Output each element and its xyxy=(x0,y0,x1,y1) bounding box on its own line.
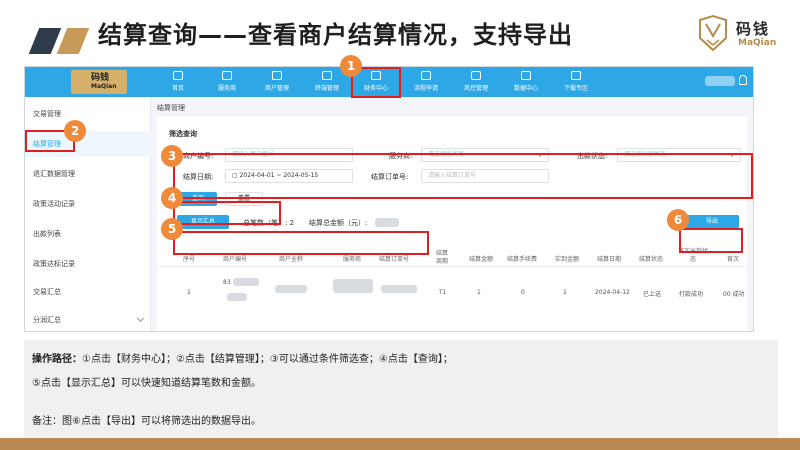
nav-service-provider-label: 服务商 xyxy=(217,85,236,92)
cell-payout-status: 打款成功 xyxy=(679,291,704,298)
cell-fee: 0 xyxy=(521,289,525,296)
column-header: 服务商 xyxy=(343,256,362,263)
merchant-no-blurred xyxy=(233,278,259,286)
slide-title: 结算查询——查看商户结算情况，支持导出 xyxy=(98,21,573,49)
process-icon xyxy=(421,71,431,80)
instruction-label: 操作路径： xyxy=(32,354,82,365)
chevron-down-icon xyxy=(136,314,145,323)
title-decoration-dark xyxy=(28,28,62,54)
nav-risk-label: 风控管理 xyxy=(463,85,488,92)
step-badge: 2 xyxy=(64,120,86,142)
nav-home-label: 首页 xyxy=(171,85,184,92)
instruction-line-1: 操作路径：①点击【财务中心】；②点击【结算管理】；③可以通过条件筛选查；④点击【… xyxy=(32,350,453,365)
brand-logo: 码钱 MaQian xyxy=(696,14,786,54)
sidebar-item-trade-summary[interactable]: 交易汇总 xyxy=(25,279,151,305)
store-icon xyxy=(272,71,282,80)
nav-process[interactable]: 流程申请 xyxy=(403,67,449,97)
home-icon xyxy=(173,71,183,80)
merchant-name-blurred xyxy=(275,285,307,293)
app-screenshot: 码钱 MaQian 首页 服务商 商户管理 终端管理 财务中心 流程申请 风控管… xyxy=(24,66,754,332)
nav-service-provider[interactable]: 服务商 xyxy=(204,67,250,97)
instruction-remark: 备注：图⑥点击【导出】可以将筛选出的数据导出。 xyxy=(32,416,261,427)
nav-home[interactable]: 首页 xyxy=(155,67,201,97)
brand-logo-english: MaQian xyxy=(738,38,777,48)
cell-amount: 1 xyxy=(477,289,481,296)
sidebar-item-trade[interactable]: 交易管理 xyxy=(25,101,151,127)
sidebar-item-refund[interactable]: 退汇数据管理 xyxy=(25,161,151,187)
download-icon xyxy=(571,71,581,80)
step-badge: 3 xyxy=(161,145,183,167)
title-decoration-gold xyxy=(56,28,90,54)
service-provider-blurred xyxy=(333,279,373,293)
nav-data-center[interactable]: 数据中心 xyxy=(503,67,549,97)
terminal-icon xyxy=(322,71,332,80)
column-header: 商户编号 xyxy=(223,256,248,263)
sidebar-item-payout-list[interactable]: 出款列表 xyxy=(25,221,151,247)
sidebar-item-profit-summary[interactable]: 分润汇总 xyxy=(25,307,151,331)
nav-merchant-label: 商户管理 xyxy=(264,85,289,92)
brand-logo-text: 码钱 xyxy=(736,20,771,38)
highlight-export xyxy=(679,228,743,253)
step-badge: 1 xyxy=(340,55,362,77)
column-header: 结算金额 xyxy=(469,256,494,263)
column-header: 商户全称 xyxy=(279,256,304,263)
sidebar-item-profit-summary-label: 分润汇总 xyxy=(33,316,61,324)
footer-bar xyxy=(0,438,800,450)
nav-merchant[interactable]: 商户管理 xyxy=(254,67,300,97)
step-badge: 5 xyxy=(161,218,183,240)
column-header: 首次 xyxy=(727,256,740,263)
summary-amount-blurred xyxy=(375,218,399,227)
table-divider xyxy=(157,266,747,267)
cell-date: 2024-04-12 xyxy=(595,289,630,296)
nav-process-label: 流程申请 xyxy=(413,85,438,92)
instruction-text: ①点击【财务中心】；②点击【结算管理】；③可以通过条件筛选查；④点击【查询】； xyxy=(82,354,453,365)
app-logo-text: 码钱 xyxy=(91,73,110,83)
brand-logo-mark-icon xyxy=(699,14,727,52)
nav-terminal-label: 终端管理 xyxy=(314,85,339,92)
summary-amount: 结算总金额（元）: xyxy=(309,219,368,227)
cell-extra: 00 成功 xyxy=(723,291,745,298)
risk-icon xyxy=(471,71,481,80)
app-logo-english: MaQian xyxy=(91,83,117,90)
breadcrumb: 结算管理 xyxy=(157,104,185,112)
highlight-filter-area xyxy=(173,153,753,199)
order-no-blurred xyxy=(381,285,417,293)
user-icon xyxy=(222,71,232,80)
instructions-box: 操作路径：①点击【财务中心】；②点击【结算管理】；③可以通过条件筛选查；④点击【… xyxy=(24,340,778,438)
user-name-blurred[interactable] xyxy=(705,76,735,86)
step-badge: 4 xyxy=(161,187,183,209)
highlight-summary xyxy=(173,231,429,255)
app-logo[interactable]: 码钱 MaQian xyxy=(31,67,171,97)
highlight-query-buttons xyxy=(173,201,281,225)
column-header: 结算手续费 xyxy=(507,256,538,263)
step-badge: 6 xyxy=(667,209,689,231)
merchant-no-blurred xyxy=(227,293,247,301)
bell-icon[interactable] xyxy=(739,75,747,85)
nav-data-center-label: 数据中心 xyxy=(513,85,538,92)
column-header: 实到金额 xyxy=(555,256,580,263)
column-header: 序号 xyxy=(183,256,196,263)
column-header: 结算订单号 xyxy=(379,256,410,263)
slide: 结算查询——查看商户结算情况，支持导出 码钱 MaQian 码钱 MaQian … xyxy=(0,0,800,450)
instruction-line-2: ⑤点击【显示汇总】可以快速知道结算笔数和金额。 xyxy=(32,378,261,389)
nav-risk[interactable]: 风控管理 xyxy=(453,67,499,97)
data-icon xyxy=(521,71,531,80)
sidebar-item-policy-activity[interactable]: 政策活动记录 xyxy=(25,191,151,217)
filter-section-title: 筛选查询 xyxy=(169,130,197,138)
nav-download-label: 下载专区 xyxy=(563,85,588,92)
cell-actual: 1 xyxy=(563,289,567,296)
column-header: 结算日期 xyxy=(597,256,622,263)
cell-index: 1 xyxy=(187,289,191,296)
nav-download[interactable]: 下载专区 xyxy=(553,67,599,97)
cell-settle-status: 已上送 xyxy=(643,291,662,298)
sidebar-item-policy-standard[interactable]: 政策达标记录 xyxy=(25,251,151,277)
cell-cycle: T1 xyxy=(439,289,447,296)
column-header: 结算状态 xyxy=(639,256,664,263)
column-header: 结算周期 xyxy=(435,250,448,265)
export-button[interactable]: 导出 xyxy=(685,215,739,229)
cell-merchant-no: 83 xyxy=(223,279,231,286)
